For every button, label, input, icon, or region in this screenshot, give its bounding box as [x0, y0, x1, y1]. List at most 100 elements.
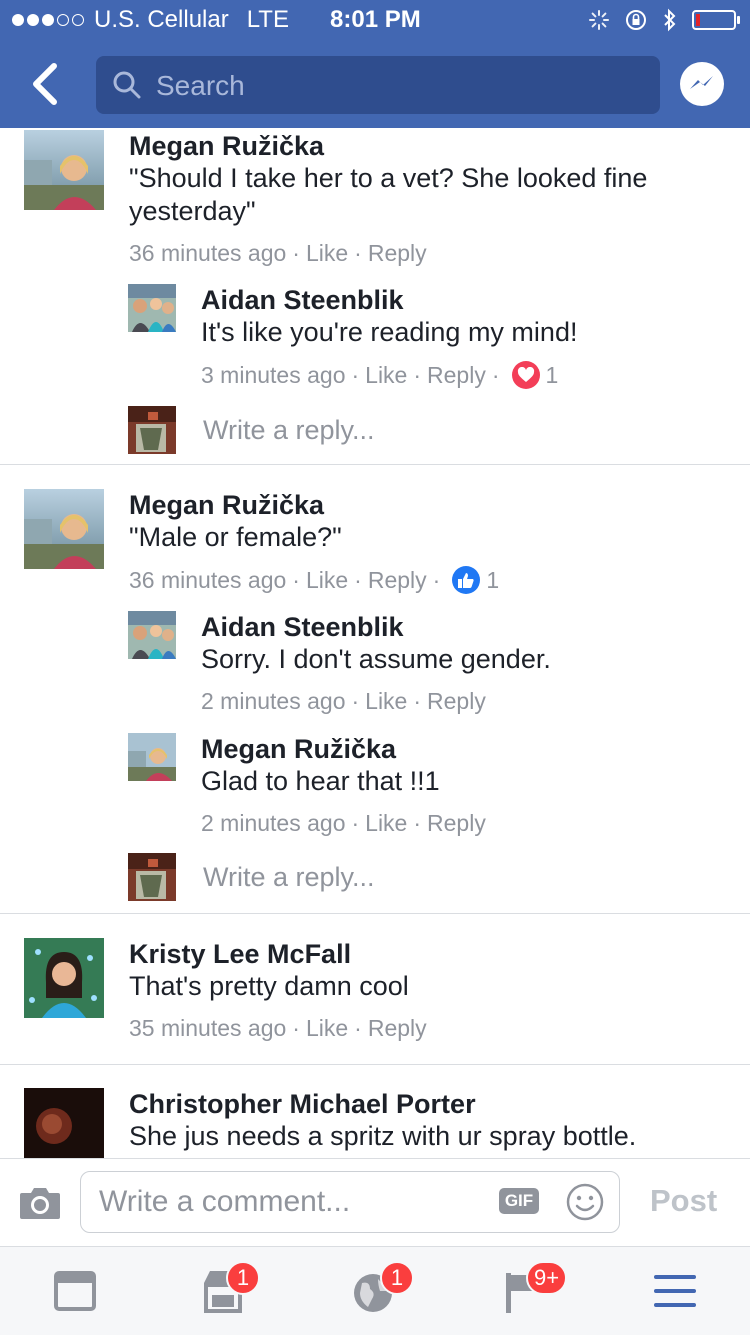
bluetooth-icon: [664, 8, 676, 32]
reply-link[interactable]: Reply: [368, 567, 427, 594]
reply-link[interactable]: Reply: [427, 688, 486, 715]
comment-meta: 36 minutes ago · Like · Reply · 1: [129, 566, 719, 594]
avatar: [128, 853, 176, 901]
meta-separator: ·: [413, 688, 422, 714]
reply-link[interactable]: Reply: [427, 362, 486, 389]
comment-composer: GIF Post: [0, 1158, 750, 1247]
camera-button[interactable]: [18, 1183, 62, 1223]
back-button[interactable]: [24, 60, 68, 108]
reply-author[interactable]: Aidan Steenblik: [201, 611, 701, 643]
comments-feed[interactable]: Megan Ružička "Should I take her to a ve…: [0, 128, 750, 1158]
tab-menu[interactable]: [648, 1267, 708, 1317]
signal-strength-icon: [12, 14, 84, 26]
reply-author[interactable]: Megan Ružička: [201, 733, 701, 765]
comment-meta: 36 minutes ago · Like · Reply: [129, 240, 719, 267]
back-chevron-icon: [33, 63, 57, 105]
comment-item: Megan Ružička "Male or female?" 36 minut…: [24, 489, 724, 909]
meta-separator: ·: [354, 566, 362, 593]
comment-text: "Should I take her to a vet? She looked …: [129, 163, 648, 226]
like-link[interactable]: Like: [306, 1015, 348, 1042]
reply-link[interactable]: Reply: [427, 810, 486, 837]
reply-item: Aidan Steenblik It's like you're reading…: [128, 284, 708, 394]
meta-separator: ·: [354, 1015, 362, 1041]
reply-timestamp[interactable]: 2 minutes ago: [201, 688, 345, 715]
comment-text: "Male or female?": [129, 522, 342, 552]
comment-divider: [0, 464, 750, 465]
avatar[interactable]: [24, 1088, 104, 1158]
reply-body: Megan Ružička Glad to hear that !!1 2 mi…: [201, 733, 701, 837]
avatar[interactable]: [24, 938, 104, 1018]
reply-link[interactable]: Reply: [368, 1015, 427, 1042]
like-link[interactable]: Like: [365, 362, 407, 389]
tab-pages[interactable]: 9+: [496, 1261, 568, 1317]
comment-item: Kristy Lee McFall That's pretty damn coo…: [24, 938, 724, 1058]
post-button[interactable]: Post: [650, 1183, 717, 1219]
reply-link[interactable]: Reply: [368, 240, 427, 267]
comment-divider: [0, 913, 750, 914]
write-reply-row[interactable]: [128, 406, 708, 456]
comment-timestamp[interactable]: 36 minutes ago: [129, 240, 286, 267]
reply-timestamp[interactable]: 2 minutes ago: [201, 810, 345, 837]
reaction-summary[interactable]: 1: [452, 566, 499, 594]
tab-marketplace[interactable]: 1: [196, 1261, 260, 1317]
like-link[interactable]: Like: [306, 240, 348, 267]
avatar[interactable]: [128, 611, 176, 659]
comment-timestamp[interactable]: 36 minutes ago: [129, 567, 286, 594]
nav-bar: [0, 40, 750, 128]
comment-author[interactable]: Christopher Michael Porter: [129, 1088, 719, 1120]
comment-timestamp[interactable]: 35 minutes ago: [129, 1015, 286, 1042]
comment-body: Christopher Michael Porter She jus needs…: [129, 1088, 719, 1153]
gif-button[interactable]: GIF: [499, 1188, 539, 1214]
avatar[interactable]: [24, 130, 104, 210]
avatar[interactable]: [24, 489, 104, 569]
notification-badge: 1: [226, 1261, 260, 1295]
carrier-name: U.S. Cellular: [94, 6, 229, 33]
comment-meta: 35 minutes ago · Like · Reply: [129, 1015, 719, 1042]
comment-input[interactable]: [97, 1172, 491, 1232]
comment-author[interactable]: Megan Ružička: [129, 489, 719, 521]
reply-timestamp[interactable]: 3 minutes ago: [201, 362, 345, 389]
reaction-count: 1: [545, 361, 559, 388]
like-link[interactable]: Like: [306, 567, 348, 594]
meta-separator: ·: [354, 240, 362, 266]
meta-separator: ·: [351, 361, 360, 388]
tab-notifications[interactable]: 1: [346, 1261, 414, 1317]
reply-text: Glad to hear that !!1: [201, 766, 440, 796]
messenger-button[interactable]: [680, 62, 724, 106]
camera-icon: [20, 1188, 60, 1219]
meta-separator: ·: [432, 566, 441, 593]
meta-separator: ·: [292, 1015, 300, 1041]
meta-separator: ·: [351, 810, 360, 836]
write-reply-row[interactable]: [128, 853, 708, 903]
emoji-icon[interactable]: [565, 1182, 605, 1222]
comment-body: Kristy Lee McFall That's pretty damn coo…: [129, 938, 719, 1042]
comment-box[interactable]: GIF: [80, 1171, 620, 1233]
like-link[interactable]: Like: [365, 688, 407, 715]
write-reply-input[interactable]: [201, 861, 605, 894]
comment-author[interactable]: Megan Ružička: [129, 130, 719, 162]
notification-badge: 9+: [526, 1261, 568, 1295]
tab-bar: 1 1 9+: [0, 1246, 750, 1335]
reply-text: It's like you're reading my mind!: [201, 317, 578, 347]
reply-body: Aidan Steenblik Sorry. I don't assume ge…: [201, 611, 701, 715]
search-input[interactable]: [154, 56, 638, 116]
comment-body: Megan Ružička "Male or female?" 36 minut…: [129, 489, 719, 594]
search-bar[interactable]: [96, 56, 660, 116]
write-reply-input[interactable]: [201, 414, 605, 447]
menu-icon: [654, 1275, 696, 1307]
tab-news-feed[interactable]: [48, 1267, 108, 1317]
search-icon: [113, 71, 141, 99]
reply-item: Megan Ružička Glad to hear that !!1 2 mi…: [128, 733, 708, 843]
like-link[interactable]: Like: [365, 810, 407, 837]
comment-author[interactable]: Kristy Lee McFall: [129, 938, 719, 970]
status-bar: U.S. Cellular LTE 8:01 PM: [0, 0, 750, 40]
comment-text: She jus needs a spritz with ur spray bot…: [129, 1121, 637, 1151]
messenger-icon: [690, 76, 713, 89]
activity-spinner-icon: [589, 10, 609, 30]
avatar[interactable]: [128, 284, 176, 332]
reaction-summary[interactable]: 1: [511, 361, 559, 389]
reply-meta: 2 minutes ago · Like · Reply: [201, 810, 701, 837]
reply-author[interactable]: Aidan Steenblik: [201, 284, 701, 316]
comment-item: Megan Ružička "Should I take her to a ve…: [24, 130, 724, 460]
avatar[interactable]: [128, 733, 176, 781]
